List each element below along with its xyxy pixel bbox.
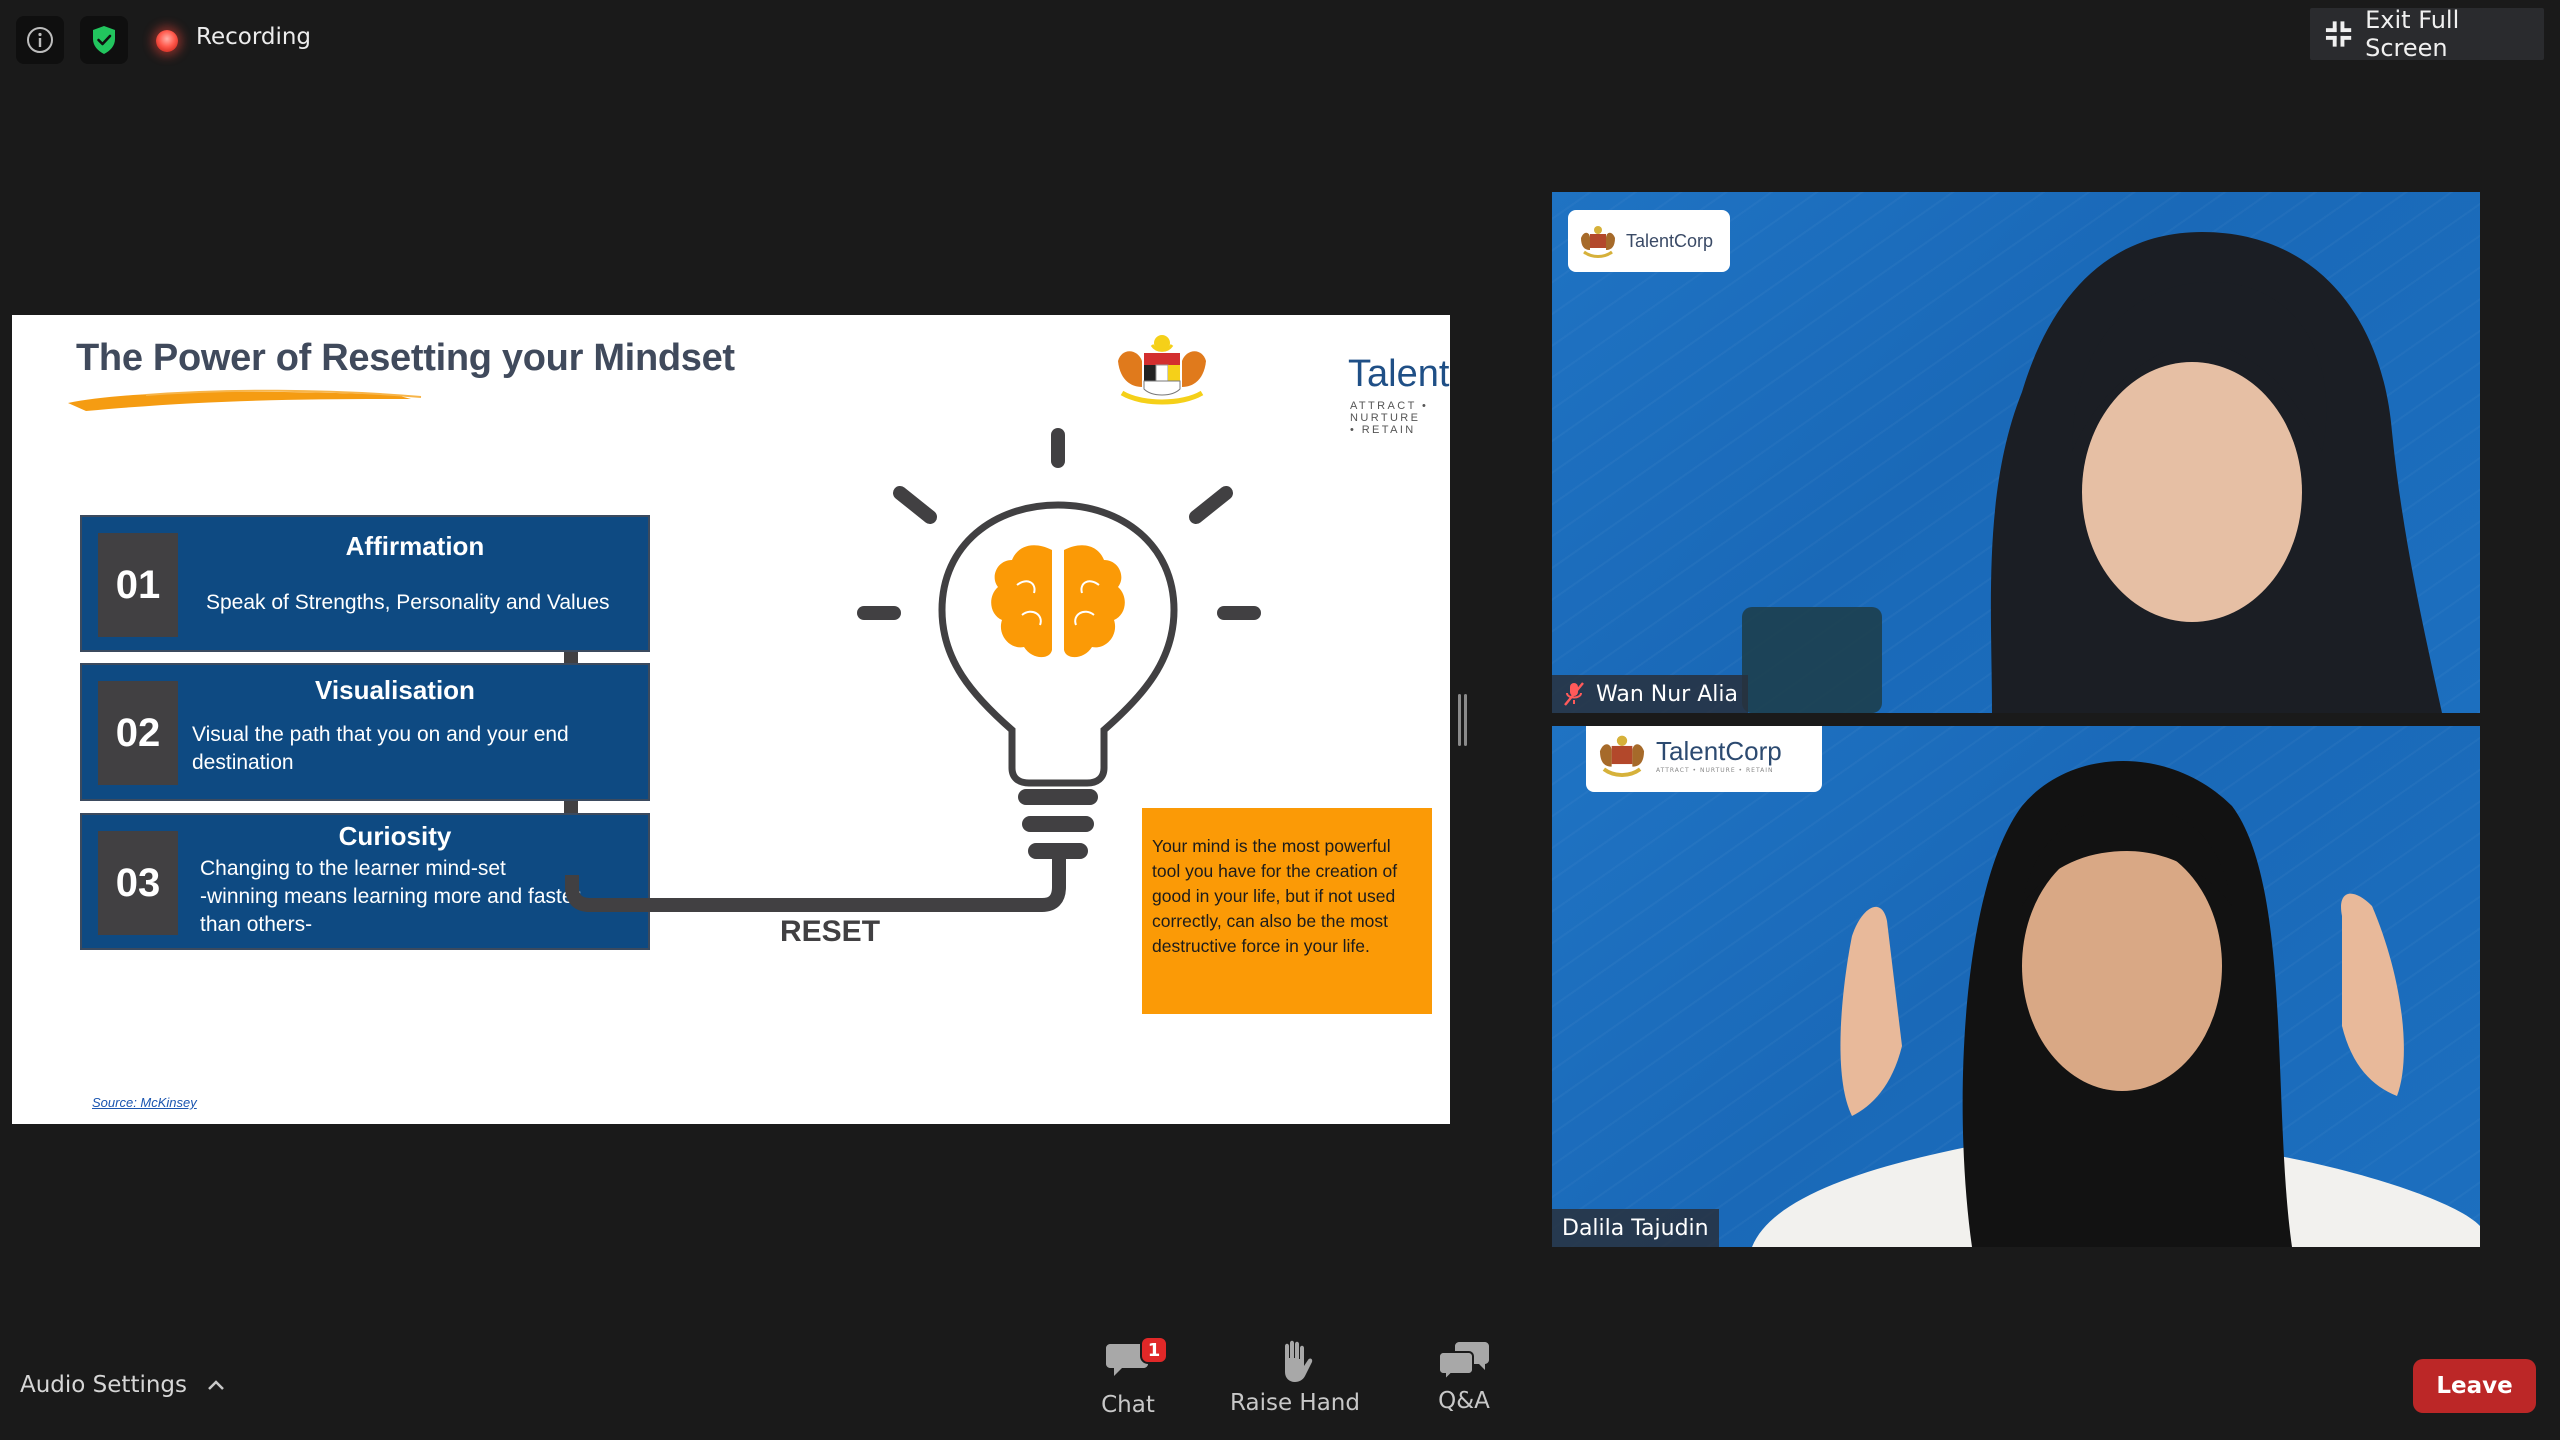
participant-name: Wan Nur Alia <box>1596 681 1738 707</box>
audio-settings-label: Audio Settings <box>20 1372 188 1398</box>
info-icon <box>27 27 53 53</box>
step-card-affirmation: 01 Affirmation Speak of Strengths, Perso… <box>80 515 650 652</box>
chat-button[interactable]: 1 Chat <box>1100 1336 1168 1418</box>
raise-hand-button[interactable]: Raise Hand <box>1230 1340 1360 1416</box>
raise-hand-label: Raise Hand <box>1230 1390 1360 1416</box>
source-link[interactable]: Source: McKinsey <box>92 1095 197 1110</box>
qa-label: Q&A <box>1438 1388 1490 1414</box>
resize-handle[interactable] <box>1458 694 1468 746</box>
step-description: Visual the path that you on and your end… <box>192 723 569 774</box>
brain-icon <box>991 545 1125 658</box>
audio-settings-button[interactable]: Audio Settings <box>20 1372 225 1398</box>
chat-label: Chat <box>1101 1392 1155 1418</box>
raise-hand-icon <box>1285 1340 1313 1382</box>
participant-name-tag: Dalila Tajudin <box>1552 1209 1719 1247</box>
malaysia-coat-of-arms-icon <box>1118 335 1206 405</box>
shield-check-icon <box>93 26 115 54</box>
qa-icon <box>1439 1342 1489 1380</box>
talentcorp-tagline: ATTRACT • NURTURE • RETAIN <box>1350 400 1429 436</box>
leave-button[interactable]: Leave <box>2413 1359 2536 1413</box>
step-number: 03 <box>98 831 178 935</box>
video-tile-dalila-tajudin[interactable]: TalentCorp ATTRACT • NURTURE • RETAIN Da… <box>1552 726 2480 1247</box>
exit-fullscreen-icon <box>2325 21 2352 47</box>
step-title: Visualisation <box>315 675 475 705</box>
step-title: Curiosity <box>338 821 452 851</box>
step-number: 01 <box>98 533 178 637</box>
talentcorp-wordmark: TalentCorp <box>1348 353 1450 395</box>
brush-stroke-decoration <box>68 389 422 411</box>
qa-button[interactable]: Q&A <box>1434 1340 1494 1414</box>
chat-unread-badge: 1 <box>1140 1336 1168 1364</box>
slide-title: The Power of Resetting your Mindset <box>76 337 735 379</box>
bulb-base <box>1018 789 1098 859</box>
reset-label: RESET <box>780 915 881 948</box>
step-description: Speak of Strengths, Personality and Valu… <box>206 591 610 614</box>
quote-box: Your mind is the most powerful tool you … <box>1142 808 1432 1014</box>
exit-full-screen-label: Exit Full Screen <box>2365 6 2460 62</box>
exit-full-screen-button[interactable]: Exit Full Screen <box>2310 6 2544 62</box>
talentcorp-logo: TalentCorp ATTRACT • NURTURE • RETAIN <box>1112 331 1450 436</box>
step-card-curiosity: 03 Curiosity Changing to the learner min… <box>80 813 650 950</box>
step-number: 02 <box>98 681 178 785</box>
mic-muted-icon <box>1564 682 1584 706</box>
step-description: Changing to the learner mind-set -winnin… <box>200 857 581 936</box>
participant-video-feed <box>1742 232 2442 713</box>
participant-name-tag: Wan Nur Alia <box>1552 675 1748 713</box>
bulb-outline <box>938 501 1178 787</box>
recording-label: Recording <box>196 24 312 50</box>
participant-name: Dalila Tajudin <box>1562 1215 1709 1241</box>
security-button[interactable] <box>80 16 128 64</box>
video-tile-wan-nur-alia[interactable]: TalentCorp Wan Nur Alia <box>1552 192 2480 713</box>
light-rays <box>857 428 1261 620</box>
chevron-up-icon <box>208 1380 224 1390</box>
info-button[interactable] <box>16 16 64 64</box>
participant-video-feed <box>1752 761 2480 1247</box>
step-title: Affirmation <box>345 531 485 561</box>
step-card-visualisation: 02 Visualisation Visual the path that yo… <box>80 663 650 801</box>
shared-slide: The Power of Resetting your Mindset Tale… <box>12 315 1450 1124</box>
recording-indicator-icon <box>156 30 178 52</box>
